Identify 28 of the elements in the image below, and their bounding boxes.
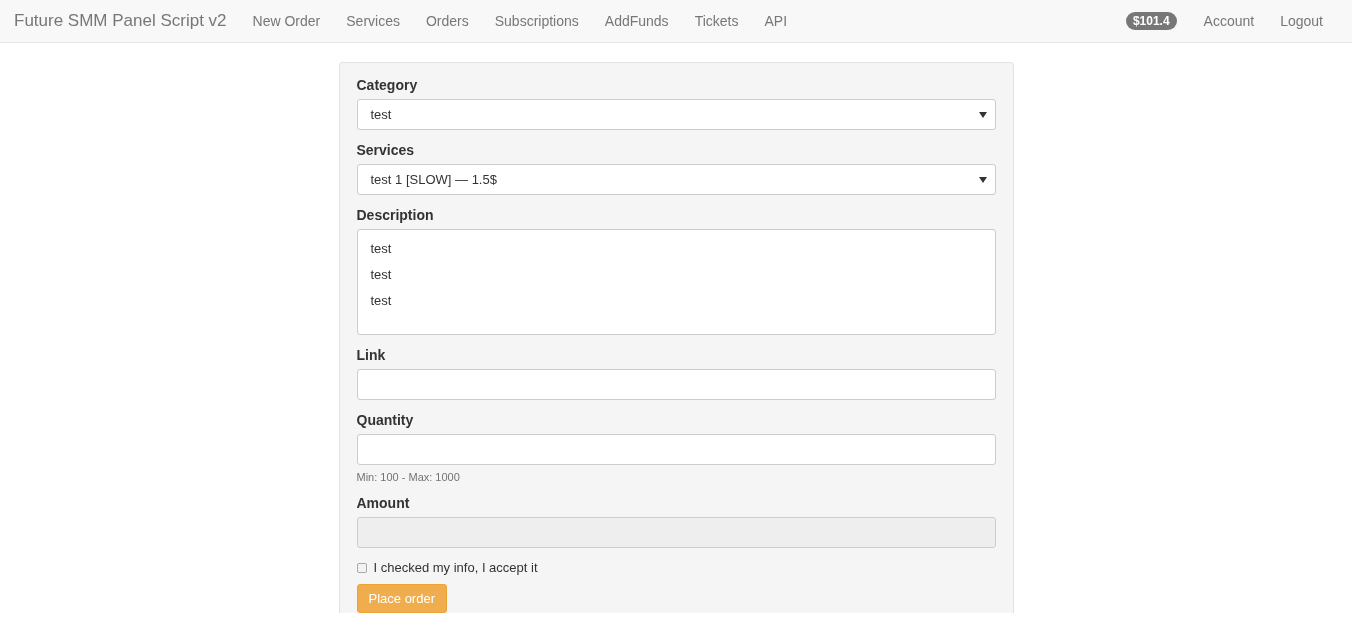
caret-icon	[978, 111, 987, 118]
field-label: Services	[356, 142, 416, 158]
nav-link[interactable]: AddFunds	[591, 13, 682, 29]
select-field[interactable]: test 1 [SLOW] — 1.5$	[356, 164, 996, 195]
nav-link[interactable]: Tickets	[681, 13, 752, 29]
caret-icon	[978, 176, 987, 183]
nav-link[interactable]: Account	[1190, 13, 1268, 29]
nav-link[interactable]: API	[751, 13, 801, 29]
select-field[interactable]: test	[356, 99, 996, 130]
input-field[interactable]	[356, 434, 996, 465]
field-label: Quantity	[356, 412, 415, 428]
nav-link[interactable]: Orders	[412, 13, 482, 29]
field-label: Amount	[356, 495, 411, 511]
checkbox-label: I checked my info, I accept it	[373, 560, 538, 575]
input-field[interactable]	[356, 369, 996, 400]
balance-badge: $101.4	[1125, 12, 1177, 30]
help-text: Min: 100 - Max: 1000	[356, 471, 461, 483]
nav-link[interactable]: Services	[333, 13, 413, 29]
nav-link[interactable]: New Order	[239, 13, 334, 29]
textarea-field[interactable]: test test test	[356, 229, 996, 335]
field-label: Link	[356, 347, 387, 363]
nav-link[interactable]: Subscriptions	[481, 13, 592, 29]
nav-link[interactable]: Logout	[1267, 13, 1336, 29]
field-label: Description	[356, 207, 435, 223]
input-field[interactable]	[356, 517, 996, 548]
checkbox[interactable]	[356, 562, 367, 573]
brand-link[interactable]: Future SMM Panel Script v2	[14, 11, 227, 31]
field-label: Category	[356, 77, 419, 93]
